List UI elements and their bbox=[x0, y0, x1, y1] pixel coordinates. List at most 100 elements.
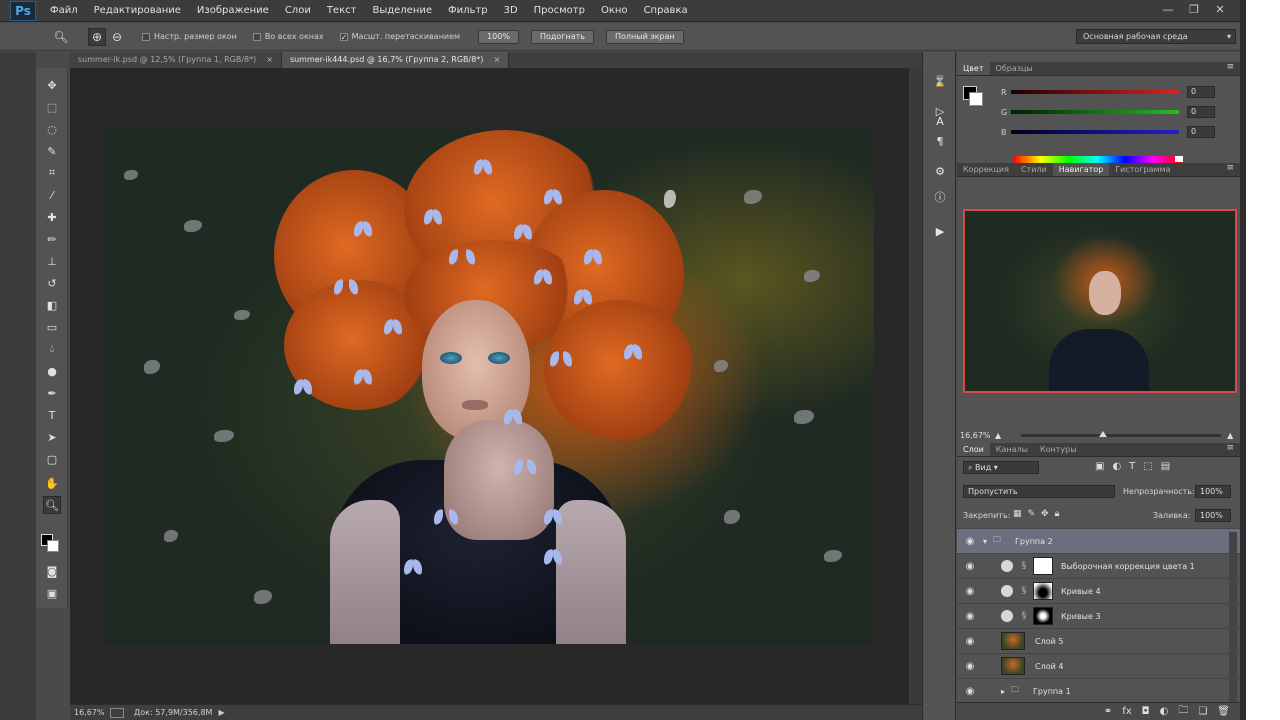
spectrum-white-swatch[interactable] bbox=[1175, 156, 1183, 162]
layer-row-layer-4[interactable]: ◉ Слой 4 bbox=[957, 653, 1240, 678]
path-select-tool-icon[interactable]: ➤ bbox=[43, 428, 61, 446]
layer-name[interactable]: Слой 4 bbox=[1035, 662, 1063, 671]
layer-mask-thumbnail[interactable] bbox=[1033, 557, 1053, 575]
visibility-eye-icon[interactable]: ◉ bbox=[957, 636, 983, 647]
layer-thumbnail[interactable] bbox=[1001, 657, 1025, 675]
eyedropper-tool-icon[interactable]: ⁄ bbox=[43, 186, 61, 204]
history-brush-tool-icon[interactable]: ↺ bbox=[43, 274, 61, 292]
resize-windows-checkbox[interactable]: Настр. размер окон bbox=[142, 32, 237, 41]
doc-tab-summer-ik444[interactable]: summer-ik444.psd @ 16,7% (Группа 2, RGB/… bbox=[281, 52, 510, 68]
paragraph-panel-icon[interactable]: ¶ bbox=[932, 134, 948, 150]
zoom-tool-icon[interactable]: 🔍︎ bbox=[43, 496, 61, 514]
menu-view[interactable]: Просмотр bbox=[526, 0, 593, 22]
fill-field[interactable]: 100% bbox=[1195, 509, 1231, 522]
visibility-eye-icon[interactable]: ◉ bbox=[957, 536, 983, 547]
tab-adjustments[interactable]: Коррекция bbox=[957, 163, 1015, 176]
blue-value-field[interactable]: 0 bbox=[1187, 126, 1215, 138]
layer-mask-thumbnail[interactable] bbox=[1033, 582, 1053, 600]
panel-menu-icon[interactable]: ≡ bbox=[1226, 443, 1234, 453]
tab-color[interactable]: Цвет bbox=[957, 62, 990, 75]
play-panel-icon[interactable]: ▶ bbox=[932, 224, 948, 240]
new-adjustment-icon[interactable]: ◐ bbox=[1160, 706, 1169, 717]
expand-arrow-icon[interactable]: ▾ bbox=[983, 537, 993, 546]
green-value-field[interactable]: 0 bbox=[1187, 106, 1215, 118]
info-panel-icon[interactable]: ⓘ bbox=[932, 190, 948, 206]
add-mask-icon[interactable]: ◘ bbox=[1142, 706, 1150, 717]
layer-mask-thumbnail[interactable] bbox=[1033, 607, 1053, 625]
link-layers-icon[interactable]: ⚭ bbox=[1104, 706, 1112, 717]
crop-tool-icon[interactable]: ⌗ bbox=[43, 164, 61, 182]
blend-mode-select[interactable]: Пропустить bbox=[963, 485, 1115, 498]
menu-window[interactable]: Окно bbox=[593, 0, 636, 22]
visibility-eye-icon[interactable]: ◉ bbox=[957, 586, 983, 597]
blue-slider[interactable]: B 0 bbox=[1001, 126, 1215, 138]
menu-3d[interactable]: 3D bbox=[496, 0, 526, 22]
panel-menu-icon[interactable]: ≡ bbox=[1226, 163, 1234, 173]
zoom-out-small-icon[interactable]: ▲ bbox=[995, 431, 1001, 440]
menu-filter[interactable]: Фильтр bbox=[440, 0, 496, 22]
document-image[interactable] bbox=[104, 130, 874, 644]
zoom-in-large-icon[interactable]: ▲ bbox=[1227, 431, 1233, 440]
layer-name[interactable]: Слой 5 bbox=[1035, 637, 1063, 646]
tab-navigator[interactable]: Навигатор bbox=[1052, 163, 1110, 176]
tab-styles[interactable]: Стили bbox=[1015, 163, 1053, 176]
layer-row-curves-4[interactable]: ◉ § Кривые 4 bbox=[957, 578, 1240, 603]
menu-file[interactable]: Файл bbox=[42, 0, 86, 22]
zoom-tool-icon[interactable]: 🔍︎ bbox=[52, 28, 70, 46]
background-color-swatch[interactable] bbox=[47, 540, 59, 552]
close-icon[interactable]: × bbox=[266, 52, 273, 68]
layer-row-selective-color[interactable]: ◉ § Выборочная коррекция цвета 1 bbox=[957, 553, 1240, 578]
scrubby-zoom-checkbox[interactable]: ✓ Масшт. перетаскиванием bbox=[339, 32, 460, 41]
minimize-button[interactable]: — bbox=[1158, 2, 1178, 18]
layer-name[interactable]: Кривые 3 bbox=[1061, 612, 1101, 621]
close-icon[interactable]: × bbox=[493, 52, 500, 68]
restore-button[interactable]: ❐ bbox=[1184, 2, 1204, 18]
menu-edit[interactable]: Редактирование bbox=[86, 0, 189, 22]
tab-swatches[interactable]: Образцы bbox=[990, 62, 1039, 75]
zoom-in-icon[interactable]: ⊕ bbox=[88, 27, 106, 46]
fx-icon[interactable]: fx bbox=[1122, 706, 1131, 717]
layers-scrollbar[interactable] bbox=[1229, 532, 1237, 702]
canvas-scrollbar[interactable] bbox=[908, 68, 922, 704]
fill-screen-button[interactable]: Полный экран bbox=[606, 29, 684, 44]
blue-slider-track[interactable] bbox=[1011, 130, 1179, 134]
menu-select[interactable]: Выделение bbox=[364, 0, 440, 22]
blur-tool-icon[interactable]: 💧︎ bbox=[43, 340, 61, 358]
red-value-field[interactable]: 0 bbox=[1187, 86, 1215, 98]
tab-histogram[interactable]: Гистограмма bbox=[1109, 163, 1176, 176]
tab-channels[interactable]: Каналы bbox=[990, 443, 1034, 456]
green-slider[interactable]: G 0 bbox=[1001, 106, 1215, 118]
menu-help[interactable]: Справка bbox=[636, 0, 696, 22]
zoom-100-button[interactable]: 100% bbox=[478, 29, 519, 44]
fit-screen-button[interactable]: Подогнать bbox=[530, 29, 594, 44]
screen-mode-icon[interactable]: ▣ bbox=[43, 584, 61, 602]
navigator-thumbnail[interactable] bbox=[963, 209, 1237, 393]
eraser-tool-icon[interactable]: ◧ bbox=[43, 296, 61, 314]
all-windows-checkbox[interactable]: Во всех окнах bbox=[252, 32, 324, 41]
layer-row-group-1[interactable]: ◉ ▸ 🗀︎ Группа 1 bbox=[957, 678, 1240, 703]
tab-layers[interactable]: Слои bbox=[957, 443, 990, 456]
gradient-tool-icon[interactable]: ▭ bbox=[43, 318, 61, 336]
delete-layer-icon[interactable]: 🗑︎ bbox=[1217, 706, 1230, 717]
properties-panel-icon[interactable]: ⚙ bbox=[932, 164, 948, 180]
layer-filter-icons[interactable]: ▣◐T⬚▤ bbox=[1095, 461, 1178, 472]
expand-arrow-icon[interactable]: ▸ bbox=[1001, 687, 1011, 696]
lock-icons[interactable]: ▦✎✥🔒︎ bbox=[1013, 509, 1065, 519]
layer-thumbnail[interactable] bbox=[1001, 632, 1025, 650]
menu-type[interactable]: Текст bbox=[319, 0, 365, 22]
quick-select-tool-icon[interactable]: ✎ bbox=[43, 142, 61, 160]
dodge-tool-icon[interactable]: ● bbox=[43, 362, 61, 380]
menu-layer[interactable]: Слои bbox=[277, 0, 319, 22]
doc-tab-summer-ik[interactable]: summer-ik.psd @ 12,5% (Группа 1, RGB/8*)… bbox=[70, 52, 282, 68]
navigator-zoom-value[interactable]: 16,67% bbox=[957, 431, 991, 440]
zoom-out-icon[interactable]: ⊖ bbox=[108, 28, 126, 46]
layer-name[interactable]: Кривые 4 bbox=[1061, 587, 1101, 596]
move-tool-icon[interactable]: ✥ bbox=[43, 76, 61, 94]
background-color-swatch[interactable] bbox=[969, 92, 983, 106]
layer-name[interactable]: Выборочная коррекция цвета 1 bbox=[1061, 562, 1195, 571]
visibility-eye-icon[interactable]: ◉ bbox=[957, 686, 983, 697]
brush-tool-icon[interactable]: ✏ bbox=[43, 230, 61, 248]
red-slider[interactable]: R 0 bbox=[1001, 86, 1215, 98]
visibility-eye-icon[interactable]: ◉ bbox=[957, 661, 983, 672]
lasso-tool-icon[interactable]: ◌ bbox=[43, 120, 61, 138]
